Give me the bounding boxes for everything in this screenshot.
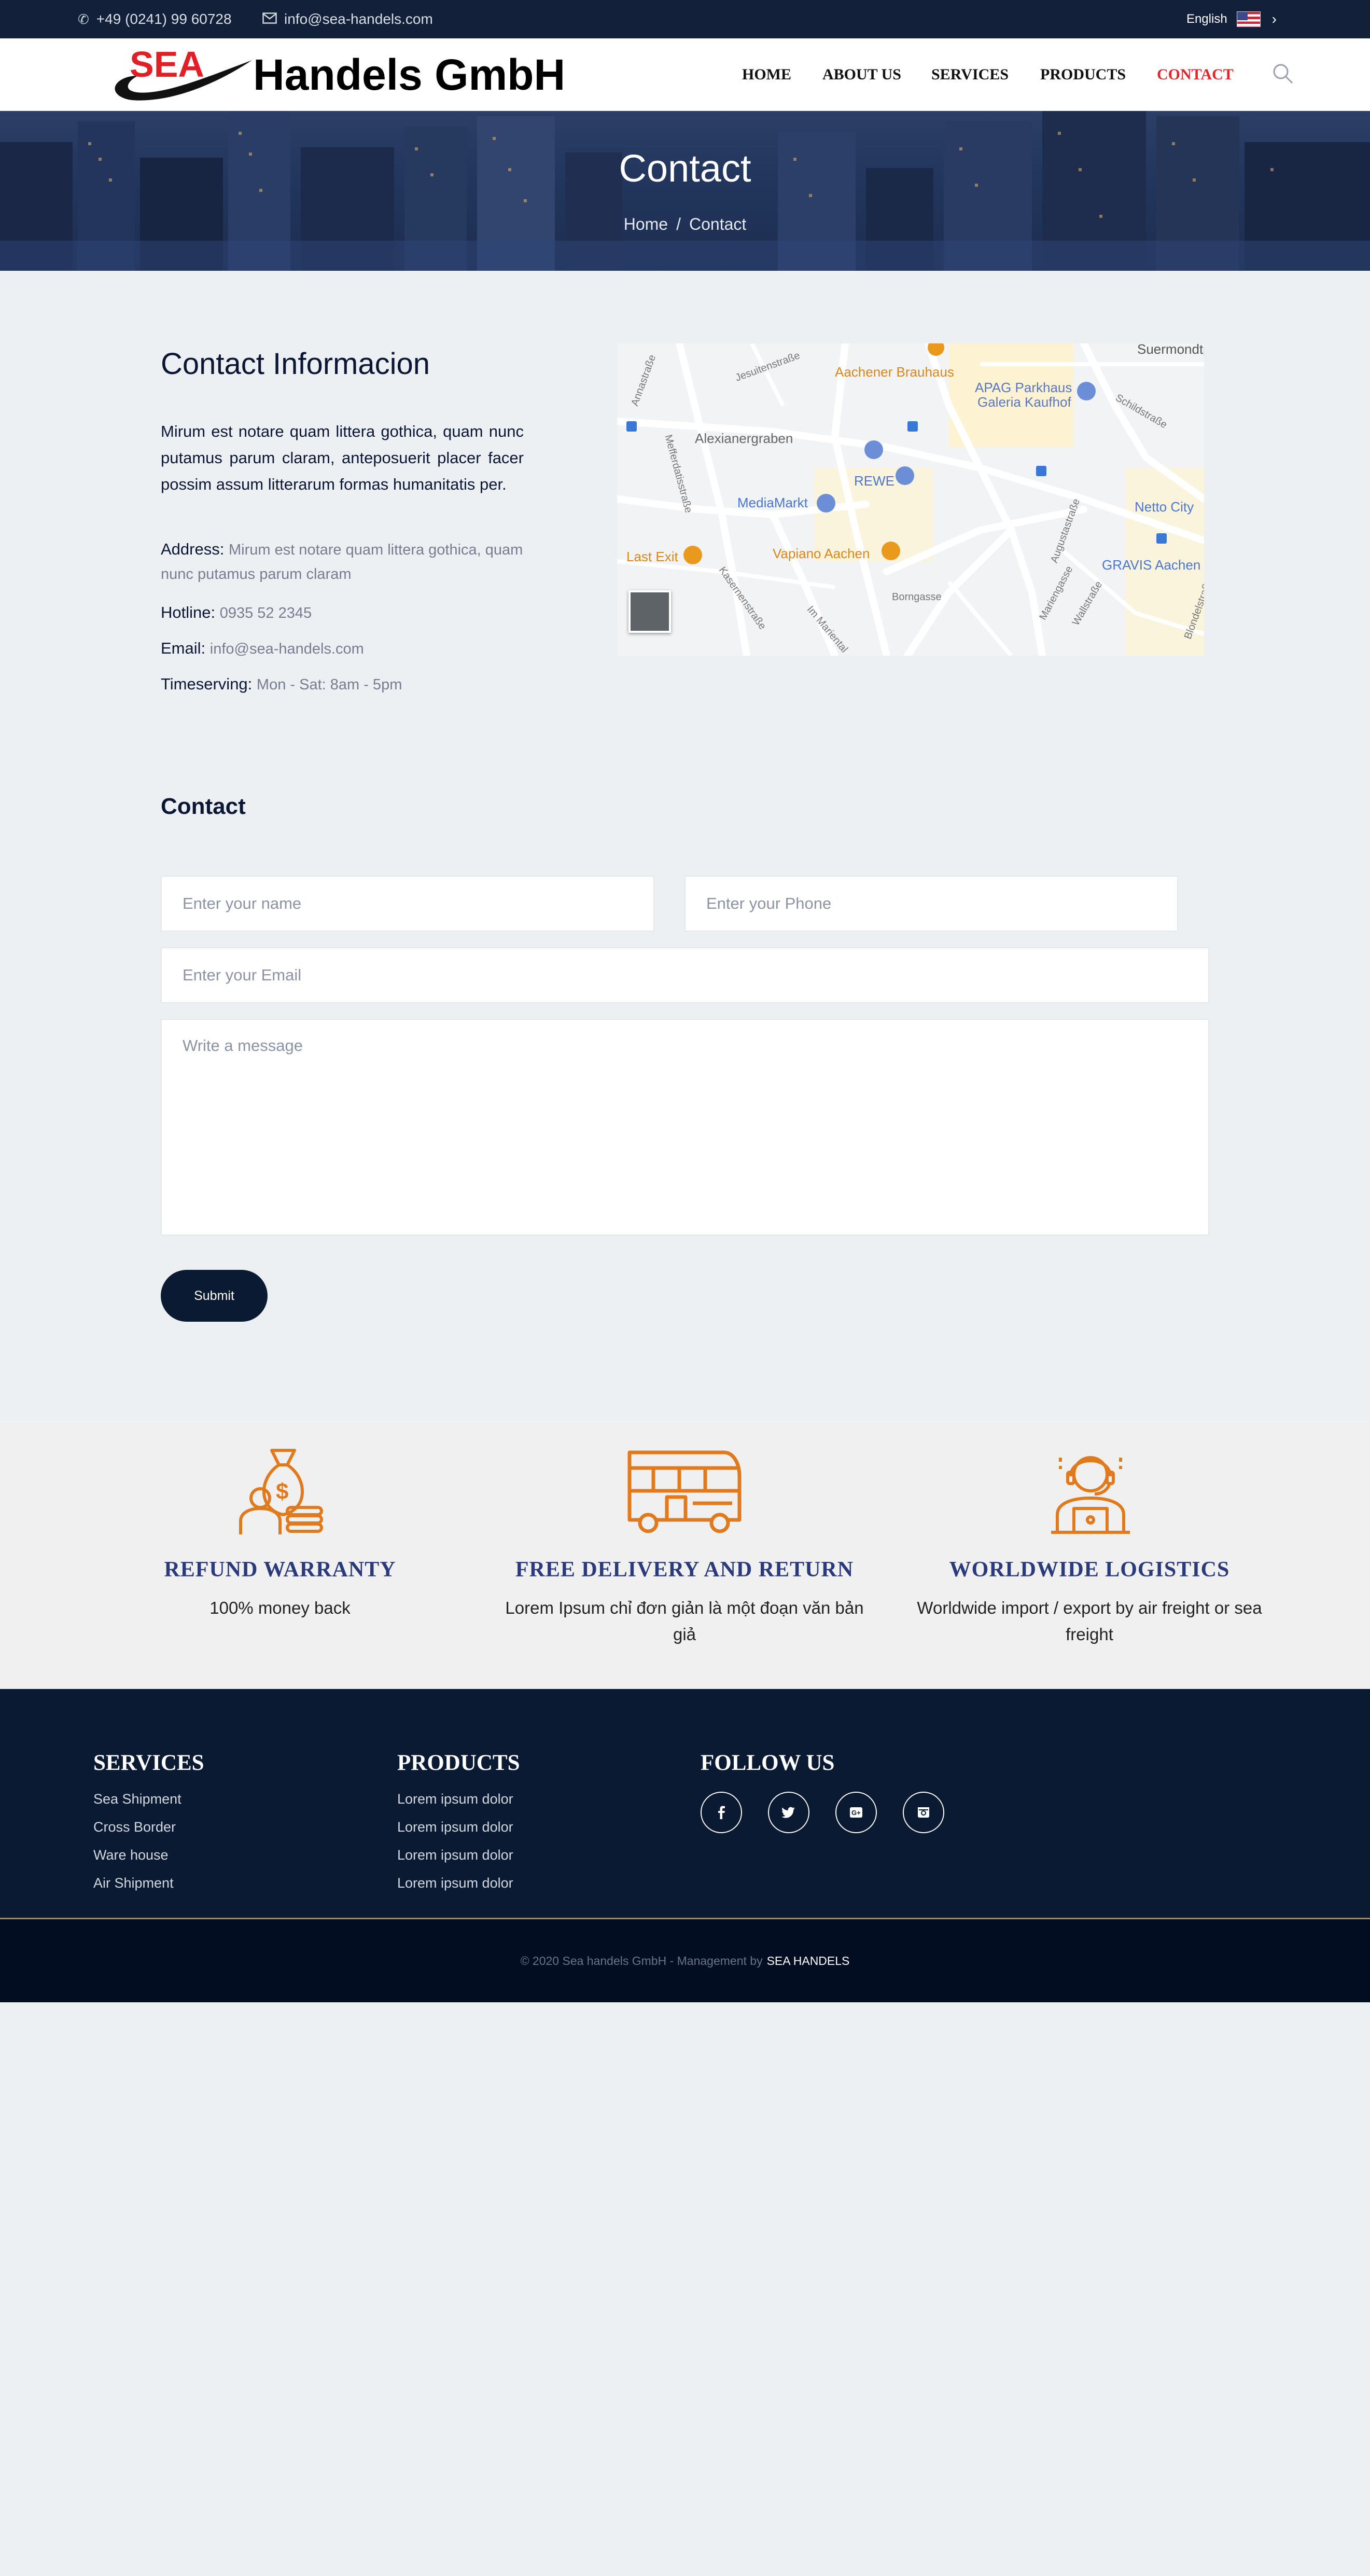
page-title: Contact bbox=[619, 147, 751, 190]
map-label-apag: APAG Parkhaus bbox=[975, 380, 1072, 395]
nav-contact[interactable]: CONTACT bbox=[1157, 66, 1234, 84]
chevron-right-icon: › bbox=[1271, 11, 1277, 27]
search-icon[interactable] bbox=[1271, 62, 1294, 85]
footer-products-title: PRODUCTS bbox=[397, 1751, 520, 1775]
facebook-icon[interactable] bbox=[701, 1792, 742, 1833]
contact-form-title: Contact bbox=[161, 794, 246, 819]
features-section: $ REFUND WARRANTY 100% money back FREE D… bbox=[0, 1421, 1370, 1689]
logo[interactable]: SEA Handels GmbH bbox=[107, 44, 574, 106]
feature-text: 100% money back bbox=[209, 1598, 351, 1617]
phone-number: +49 (0241) 99 60728 bbox=[96, 11, 232, 27]
twitter-icon[interactable] bbox=[768, 1792, 809, 1833]
address-label: Address: bbox=[161, 540, 225, 558]
email-input[interactable]: Enter your Email bbox=[161, 947, 1209, 1003]
us-flag-icon bbox=[1236, 11, 1261, 27]
email-value[interactable]: info@sea-handels.com bbox=[210, 641, 364, 657]
feature-title: WORLDWIDE LOGISTICS bbox=[949, 1558, 1230, 1582]
map-roads bbox=[617, 343, 1204, 656]
timeserving-row: Timeserving: Mon - Sat: 8am - 5pm bbox=[161, 672, 524, 697]
city-skyline-image bbox=[0, 111, 1370, 271]
nav-services[interactable]: SERVICES bbox=[931, 66, 1009, 84]
map-label-vapiano: Vapiano Aachen bbox=[773, 546, 870, 561]
language-selector[interactable]: English › bbox=[1186, 0, 1277, 38]
nav-about-us[interactable]: ABOUT US bbox=[822, 66, 901, 84]
footer-link[interactable]: Air Shipment bbox=[93, 1869, 204, 1897]
footer-link[interactable]: Lorem ipsum dolor bbox=[397, 1785, 520, 1813]
language-label: English bbox=[1186, 12, 1227, 26]
copyright-text: © 2020 Sea handels GmbH - Management by bbox=[520, 1954, 763, 1968]
map-label-alexianergraben: Alexianergraben bbox=[695, 431, 793, 446]
feature-text: Worldwide import / export by air freight… bbox=[917, 1598, 1262, 1644]
logo-company-name: Handels GmbH bbox=[253, 50, 566, 99]
map-label-suermondtplatz: Suermondtplatz bbox=[1137, 343, 1204, 357]
footer-services-title: SERVICES bbox=[93, 1751, 204, 1775]
submit-button[interactable]: Submit bbox=[161, 1270, 268, 1322]
breadcrumb: Home / Contact bbox=[0, 215, 1370, 234]
footer-follow: FOLLOW US bbox=[701, 1750, 834, 1785]
map-label-brauhaus: Aachener Brauhaus bbox=[835, 364, 954, 380]
map-label-mediamarkt: MediaMarkt bbox=[737, 495, 808, 510]
footer-products: PRODUCTS Lorem ipsum dolor Lorem ipsum d… bbox=[397, 1750, 520, 1897]
contact-info-title: Contact Informacion bbox=[161, 347, 430, 381]
mail-icon bbox=[262, 11, 277, 27]
footer-link[interactable]: Sea Shipment bbox=[93, 1785, 204, 1813]
footer-link[interactable]: Lorem ipsum dolor bbox=[397, 1869, 520, 1897]
footer-link[interactable]: Lorem ipsum dolor bbox=[397, 1813, 520, 1841]
footer-services: SERVICES Sea Shipment Cross Border Ware … bbox=[93, 1750, 204, 1897]
footer-link[interactable]: Cross Border bbox=[93, 1813, 204, 1841]
timeserving-value: Mon - Sat: 8am - 5pm bbox=[256, 676, 402, 693]
contact-info-description: Mirum est notare quam littera gothica, q… bbox=[161, 422, 524, 493]
google-plus-icon[interactable]: G+ bbox=[835, 1792, 877, 1833]
money-bag-icon: $ bbox=[239, 1449, 323, 1534]
nav-products[interactable]: PRODUCTS bbox=[1040, 66, 1126, 84]
map-label-gravis: GRAVIS Aachen bbox=[1102, 557, 1201, 573]
footer-link[interactable]: Lorem ipsum dolor bbox=[397, 1841, 520, 1869]
map-label-last-exit: Last Exit bbox=[626, 549, 678, 564]
breadcrumb-separator: / bbox=[676, 215, 681, 233]
phone-contact[interactable]: ✆ +49 (0241) 99 60728 bbox=[78, 0, 232, 38]
site-footer bbox=[0, 1689, 1370, 1918]
location-map[interactable]: Suermondtplatz Aachener Brauhaus APAG Pa… bbox=[617, 343, 1204, 656]
hotline-label: Hotline: bbox=[161, 603, 216, 621]
svg-text:G+: G+ bbox=[851, 1809, 861, 1817]
support-agent-icon bbox=[1051, 1456, 1130, 1534]
message-textarea[interactable]: Write a message bbox=[161, 1019, 1209, 1236]
email-label: Email: bbox=[161, 639, 206, 657]
breadcrumb-current: Contact bbox=[689, 215, 747, 233]
footer-follow-title: FOLLOW US bbox=[701, 1751, 835, 1775]
map-satellite-toggle[interactable] bbox=[628, 590, 671, 633]
instagram-icon[interactable] bbox=[903, 1792, 944, 1833]
phone-icon: ✆ bbox=[78, 11, 89, 27]
hotline-value[interactable]: 0935 52 2345 bbox=[220, 605, 312, 621]
email-row: Email: info@sea-handels.com bbox=[161, 636, 524, 661]
breadcrumb-home[interactable]: Home bbox=[624, 215, 668, 233]
copyright-bar: © 2020 Sea handels GmbH - Management by … bbox=[0, 1919, 1370, 2002]
map-label-rewe: REWE bbox=[854, 473, 894, 489]
timeserving-label: Timeserving: bbox=[161, 675, 253, 693]
email-contact[interactable]: info@sea-handels.com bbox=[262, 0, 433, 38]
section-divider bbox=[79, 750, 1291, 751]
footer-link[interactable]: Ware house bbox=[93, 1841, 204, 1869]
bus-icon bbox=[627, 1450, 742, 1533]
email-address: info@sea-handels.com bbox=[284, 11, 433, 27]
svg-text:$: $ bbox=[276, 1479, 288, 1504]
name-input[interactable]: Enter your name bbox=[161, 876, 654, 932]
address-row: Address: Mirum est notare quam littera g… bbox=[161, 537, 524, 586]
map-label-netto: Netto City bbox=[1135, 499, 1194, 515]
map-label-borngasse: Borngasse bbox=[892, 591, 942, 603]
feature-text: Lorem Ipsum chỉ đơn giản là một đoạn văn… bbox=[505, 1598, 864, 1644]
nav-home[interactable]: HOME bbox=[742, 66, 791, 84]
feature-title: FREE DELIVERY AND RETURN bbox=[515, 1558, 854, 1582]
hotline-row: Hotline: 0935 52 2345 bbox=[161, 601, 524, 625]
copyright-brand-link[interactable]: SEA HANDELS bbox=[767, 1954, 850, 1968]
logo-sea-text: SEA bbox=[130, 44, 204, 85]
top-bar: ✆ +49 (0241) 99 60728 info@sea-handels.c… bbox=[0, 0, 1370, 38]
site-header: SEA Handels GmbH HOME ABOUT US SERVICES … bbox=[0, 38, 1370, 111]
map-label-galeria: Galeria Kaufhof bbox=[977, 394, 1071, 410]
phone-input[interactable]: Enter your Phone bbox=[684, 876, 1178, 932]
feature-title: REFUND WARRANTY bbox=[164, 1558, 396, 1582]
page-banner: Contact Home / Contact bbox=[0, 111, 1370, 271]
